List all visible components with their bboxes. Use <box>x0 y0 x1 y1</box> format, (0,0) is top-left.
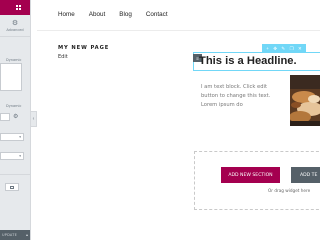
tab-advanced[interactable]: ⚙ Advanced <box>0 15 30 37</box>
text-block[interactable]: I am text block. Click edit button to ch… <box>201 83 281 110</box>
chevron-left-icon: ‹ <box>32 115 35 122</box>
add-new-section-button[interactable]: ADD NEW SECTION <box>221 167 280 183</box>
panel-header <box>0 0 30 15</box>
panel-footer: UPDATE ▴ <box>0 230 30 240</box>
panel-divider <box>0 174 30 175</box>
control-label: Dynamic <box>6 58 22 62</box>
drag-widget-hint: Or drag widget here <box>268 188 311 193</box>
update-button[interactable]: UPDATE <box>2 233 17 237</box>
control-textarea[interactable] <box>0 63 22 91</box>
edit-page-link[interactable]: Edit <box>58 54 68 60</box>
site-nav: Home About Blog Contact <box>58 11 168 18</box>
nav-item-blog[interactable]: Blog <box>119 11 132 18</box>
grid-menu-icon[interactable] <box>16 4 22 11</box>
image-widget[interactable] <box>290 75 320 126</box>
nav-divider <box>37 30 320 31</box>
control-select[interactable]: ▾ <box>0 152 24 160</box>
control-select[interactable]: ▾ <box>0 133 24 141</box>
close-icon[interactable]: ✕ <box>298 46 302 51</box>
widget-toolbar: + ✥ ✎ ❐ ✕ <box>262 44 306 52</box>
control-switch[interactable] <box>5 183 19 191</box>
editor-panel: ⚙ Advanced Dynamic Dynamic ⚙ ▾ ▾ UPDATE … <box>0 0 31 240</box>
nav-item-about[interactable]: About <box>89 11 105 18</box>
nav-item-contact[interactable]: Contact <box>146 11 168 18</box>
control-label: Dynamic <box>6 104 22 108</box>
caret-down-icon: ▾ <box>19 135 21 139</box>
control-input[interactable] <box>0 113 10 121</box>
headline[interactable]: This is a Headline. <box>199 55 297 67</box>
duplicate-icon[interactable]: ❐ <box>290 46 294 51</box>
nav-item-home[interactable]: Home <box>58 11 75 18</box>
edit-widget-icon[interactable]: ✎ <box>281 46 285 51</box>
add-template-button[interactable]: ADD TE <box>291 167 320 183</box>
caret-down-icon: ▾ <box>19 154 21 158</box>
tab-advanced-label: Advanced <box>6 27 24 32</box>
caret-up-icon[interactable]: ▴ <box>26 233 28 237</box>
food-photo <box>290 75 320 126</box>
settings-gear-icon[interactable]: ⚙ <box>13 114 18 120</box>
add-widget-icon[interactable]: + <box>266 46 269 51</box>
page-title: MY NEW PAGE <box>58 45 110 51</box>
gear-icon: ⚙ <box>11 19 19 27</box>
panel-collapse-toggle[interactable]: ‹ <box>31 111 37 127</box>
drag-handle-icon[interactable]: ✥ <box>273 46 277 51</box>
